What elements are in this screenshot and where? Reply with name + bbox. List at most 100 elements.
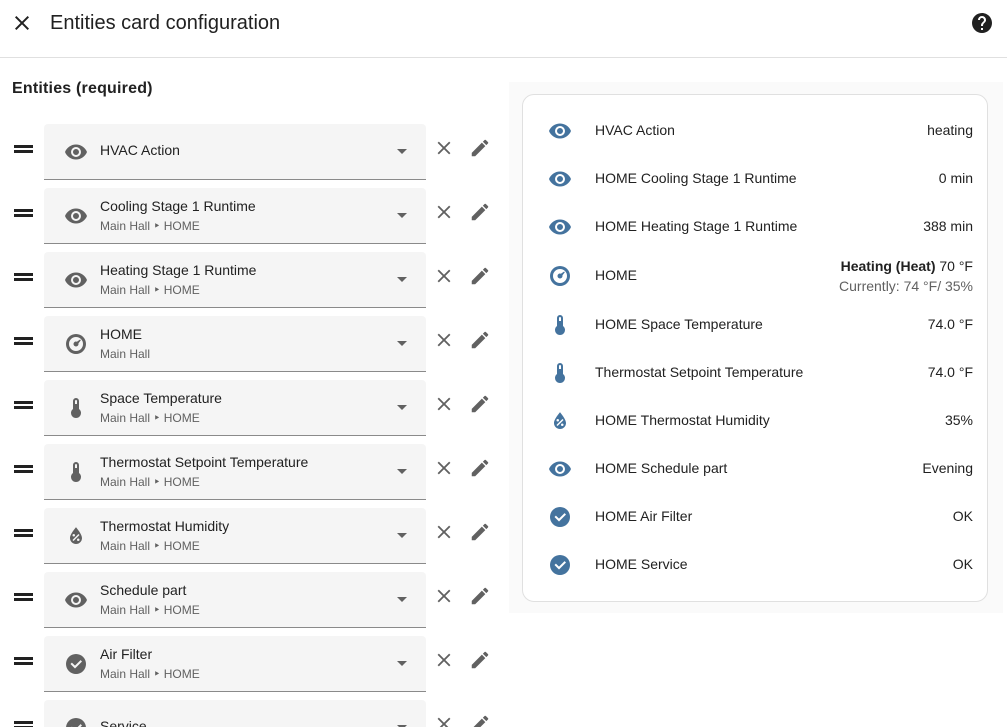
entity-state: 74.0 °F bbox=[927, 364, 973, 380]
edit-entity-button[interactable] bbox=[469, 329, 491, 351]
drag-handle[interactable] bbox=[14, 657, 34, 665]
entity-name: Thermostat Humidity bbox=[100, 518, 230, 534]
preview-entity-row[interactable]: HVAC Action heating bbox=[523, 111, 989, 151]
close-icon bbox=[433, 457, 455, 479]
entity-name: Service bbox=[100, 718, 147, 727]
close-icon bbox=[433, 713, 455, 727]
remove-entity-button[interactable] bbox=[433, 329, 455, 351]
drag-handle[interactable] bbox=[14, 721, 34, 727]
preview-entity-row[interactable]: HOME Heating Stage 1 Runtime 388 min bbox=[523, 207, 989, 247]
entity-state: 35% bbox=[944, 412, 973, 428]
entity-row: HOME Main Hall bbox=[0, 316, 505, 372]
edit-entity-button[interactable] bbox=[469, 457, 491, 479]
remove-entity-button[interactable] bbox=[433, 201, 455, 223]
chevron-down-icon bbox=[397, 661, 407, 666]
preview-entity-row[interactable]: HOME Air Filter OK bbox=[523, 497, 989, 537]
entity-picker[interactable]: HOME Main Hall bbox=[44, 316, 426, 372]
drag-handle[interactable] bbox=[14, 529, 34, 537]
remove-entity-button[interactable] bbox=[433, 713, 455, 727]
entity-icon-wrap bbox=[64, 460, 88, 484]
humidity-icon bbox=[548, 409, 572, 433]
preview-entity-row[interactable]: HOME Thermostat Humidity 35% bbox=[523, 401, 989, 441]
remove-entity-button[interactable] bbox=[433, 585, 455, 607]
preview-entity-row[interactable]: HOME Service OK bbox=[523, 545, 989, 585]
close-icon bbox=[433, 649, 455, 671]
entity-friendly-name: HVAC Action bbox=[595, 122, 675, 138]
entity-picker[interactable]: Air Filter Main Hall ‣ HOME bbox=[44, 636, 426, 692]
edit-entity-button[interactable] bbox=[469, 521, 491, 543]
entity-friendly-name: Thermostat Setpoint Temperature bbox=[595, 364, 804, 380]
chevron-down-icon bbox=[397, 341, 407, 346]
drag-handle[interactable] bbox=[14, 401, 34, 409]
edit-entity-button[interactable] bbox=[469, 713, 491, 727]
entity-name: HOME bbox=[100, 326, 142, 342]
chevron-down-icon bbox=[397, 213, 407, 218]
entity-icon-wrap bbox=[64, 140, 88, 164]
preview-entity-row[interactable]: HOME Schedule part Evening bbox=[523, 449, 989, 489]
edit-entity-button[interactable] bbox=[469, 137, 491, 159]
entity-state: heating bbox=[927, 122, 973, 138]
drag-handle[interactable] bbox=[14, 465, 34, 473]
remove-entity-button[interactable] bbox=[433, 393, 455, 415]
remove-entity-button[interactable] bbox=[433, 521, 455, 543]
remove-entity-button[interactable] bbox=[433, 457, 455, 479]
drag-handle[interactable] bbox=[14, 273, 34, 281]
help-icon bbox=[970, 11, 994, 35]
entity-picker[interactable]: Cooling Stage 1 Runtime Main Hall ‣ HOME bbox=[44, 188, 426, 244]
check-circle-icon bbox=[64, 716, 88, 727]
drag-handle[interactable] bbox=[14, 337, 34, 345]
entity-icon-wrap bbox=[64, 588, 88, 612]
drag-handle[interactable] bbox=[14, 593, 34, 601]
climate-current: Currently: 74 °F/ 35% bbox=[839, 278, 973, 294]
entity-row: Service bbox=[0, 700, 505, 727]
check-circle-icon bbox=[548, 553, 572, 577]
entity-picker[interactable]: Schedule part Main Hall ‣ HOME bbox=[44, 572, 426, 628]
preview-entity-row[interactable]: HOME Heating (Heat) 70 °F Currently: 74 °F… bbox=[523, 256, 989, 296]
close-icon bbox=[433, 137, 455, 159]
pencil-icon bbox=[469, 521, 491, 543]
entity-icon-wrap bbox=[64, 396, 88, 420]
entity-state: OK bbox=[952, 556, 973, 572]
entity-picker[interactable]: Service bbox=[44, 700, 426, 727]
entity-name: Heating Stage 1 Runtime bbox=[100, 262, 257, 278]
entity-picker[interactable]: Space Temperature Main Hall ‣ HOME bbox=[44, 380, 426, 436]
eye-icon bbox=[548, 167, 572, 191]
entity-icon-wrap bbox=[64, 332, 88, 356]
entity-picker[interactable]: Heating Stage 1 Runtime Main Hall ‣ HOME bbox=[44, 252, 426, 308]
chevron-down-icon bbox=[397, 149, 407, 154]
drag-handle[interactable] bbox=[14, 209, 34, 217]
preview-entity-row[interactable]: HOME Cooling Stage 1 Runtime 0 min bbox=[523, 159, 989, 199]
close-icon bbox=[433, 265, 455, 287]
climate-target: 70 °F bbox=[935, 258, 973, 274]
entity-picker[interactable]: Thermostat Humidity Main Hall ‣ HOME bbox=[44, 508, 426, 564]
help-button[interactable] bbox=[970, 11, 994, 35]
remove-entity-button[interactable] bbox=[433, 137, 455, 159]
entity-row: Air Filter Main Hall ‣ HOME bbox=[0, 636, 505, 692]
close-dialog-button[interactable] bbox=[10, 11, 34, 35]
entity-name: HVAC Action bbox=[100, 142, 180, 158]
preview-entity-row[interactable]: HOME Space Temperature 74.0 °F bbox=[523, 305, 989, 345]
entity-picker[interactable]: HVAC Action bbox=[44, 124, 426, 180]
humidity-icon bbox=[64, 524, 88, 548]
thermometer-icon bbox=[548, 361, 572, 385]
entity-picker[interactable]: Thermostat Setpoint Temperature Main Hall… bbox=[44, 444, 426, 500]
edit-entity-button[interactable] bbox=[469, 585, 491, 607]
entity-friendly-name: HOME Heating Stage 1 Runtime bbox=[595, 218, 798, 234]
edit-entity-button[interactable] bbox=[469, 393, 491, 415]
remove-entity-button[interactable] bbox=[433, 265, 455, 287]
entity-friendly-name: HOME Service bbox=[595, 556, 688, 572]
pencil-icon bbox=[469, 329, 491, 351]
pencil-icon bbox=[469, 457, 491, 479]
drag-handle[interactable] bbox=[14, 145, 34, 153]
edit-entity-button[interactable] bbox=[469, 649, 491, 671]
edit-entity-button[interactable] bbox=[469, 201, 491, 223]
pencil-icon bbox=[469, 713, 491, 727]
state-icon-wrap bbox=[548, 361, 572, 385]
preview-entity-row[interactable]: Thermostat Setpoint Temperature 74.0 °F bbox=[523, 353, 989, 393]
thermostat-icon bbox=[64, 332, 88, 356]
entity-name: Cooling Stage 1 Runtime bbox=[100, 198, 256, 214]
edit-entity-button[interactable] bbox=[469, 265, 491, 287]
entity-state: OK bbox=[952, 508, 973, 524]
entity-icon-wrap bbox=[64, 204, 88, 228]
remove-entity-button[interactable] bbox=[433, 649, 455, 671]
